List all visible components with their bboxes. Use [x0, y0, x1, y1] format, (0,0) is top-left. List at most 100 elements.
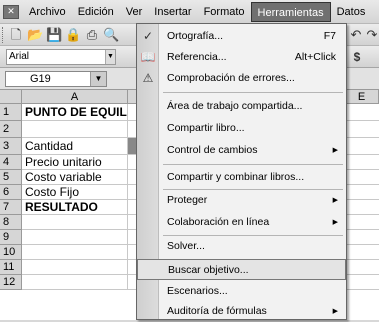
- menu-item-label: Compartir y combinar libros...: [167, 171, 305, 183]
- cell-e4[interactable]: [345, 155, 379, 170]
- menu-herramientas[interactable]: Herramientas: [250, 1, 331, 22]
- redo-icon[interactable]: ↷: [364, 27, 379, 43]
- menu-item-referencia[interactable]: 📖 Referencia... Alt+Click: [137, 47, 346, 68]
- menu-item-escenarios[interactable]: Escenarios...: [137, 281, 346, 302]
- print-preview-icon[interactable]: 🔍: [103, 27, 119, 43]
- column-header-e[interactable]: E: [345, 90, 379, 104]
- menu-item-shortcut: F7: [323, 30, 336, 42]
- error-check-icon: ⚠: [142, 71, 154, 85]
- submenu-arrow-icon: ▶: [332, 308, 338, 315]
- cell-e10[interactable]: [345, 245, 379, 260]
- toolbar-grip[interactable]: [2, 27, 5, 43]
- column-header-a[interactable]: A: [22, 90, 128, 104]
- row-header[interactable]: 5: [0, 170, 22, 185]
- cell-a8[interactable]: [22, 215, 128, 230]
- menu-insertar[interactable]: Insertar: [148, 2, 197, 22]
- cell-a12[interactable]: [22, 275, 128, 290]
- cell-a11[interactable]: [22, 260, 128, 275]
- menu-item-shortcut: Alt+Click: [294, 51, 336, 63]
- select-all-corner[interactable]: [0, 90, 22, 104]
- menu-ver[interactable]: Ver: [120, 2, 149, 22]
- menu-item-label: Referencia...: [167, 51, 227, 63]
- menu-item-buscar-objetivo[interactable]: Buscar objetivo...: [137, 259, 346, 280]
- cell-e7[interactable]: [345, 200, 379, 215]
- menu-item-label: Compartir libro...: [167, 122, 245, 134]
- cell-a5[interactable]: Costo variable: [22, 170, 128, 185]
- font-name-select[interactable]: Arial ▼: [6, 49, 116, 65]
- menu-item-label: Solver...: [167, 240, 205, 252]
- font-name-value: Arial: [9, 51, 30, 62]
- row-header[interactable]: 3: [0, 138, 22, 155]
- chevron-down-icon[interactable]: ▼: [90, 72, 106, 86]
- row-header[interactable]: 7: [0, 200, 22, 215]
- submenu-arrow-icon: ▶: [332, 219, 338, 226]
- menu-item-label: Auditoría de fórmulas: [167, 305, 267, 317]
- menu-item-label: Control de cambios: [167, 144, 258, 156]
- cell-e3[interactable]: [345, 138, 379, 155]
- undo-icon[interactable]: ↶: [348, 27, 364, 43]
- name-box[interactable]: G19 ▼: [5, 71, 107, 87]
- cell-e2[interactable]: [345, 121, 379, 138]
- menu-item-label: Ortografía...: [167, 30, 224, 42]
- menu-item-label: Proteger: [167, 194, 208, 206]
- cell-e1[interactable]: [345, 104, 379, 121]
- permission-icon[interactable]: 🔒: [65, 27, 81, 43]
- cell-a1[interactable]: PUNTO DE EQUIL: [22, 104, 128, 121]
- menu-item-label: Área de trabajo compartida...: [167, 100, 303, 112]
- currency-button[interactable]: $: [349, 49, 365, 65]
- open-folder-icon[interactable]: 📂: [27, 27, 43, 43]
- save-icon[interactable]: 💾: [46, 27, 62, 43]
- cell-e8[interactable]: [345, 215, 379, 230]
- cell-a2[interactable]: [22, 121, 128, 138]
- cell-a3[interactable]: Cantidad: [22, 138, 128, 155]
- cell-a7[interactable]: RESULTADO: [22, 200, 128, 215]
- menu-bar: ✕ Archivo Edición Ver Insertar Formato H…: [0, 0, 379, 24]
- row-header[interactable]: 1: [0, 104, 22, 121]
- cell-e5[interactable]: [345, 170, 379, 185]
- menu-datos[interactable]: Datos: [331, 2, 372, 22]
- row-header[interactable]: 9: [0, 230, 22, 245]
- menu-item-control-cambios[interactable]: Control de cambios ▶: [137, 140, 346, 161]
- submenu-arrow-icon: ▶: [332, 147, 338, 154]
- new-document-icon[interactable]: 🗋: [8, 27, 24, 43]
- cell-a6[interactable]: Costo Fijo: [22, 185, 128, 200]
- menu-separator: [163, 92, 343, 93]
- row-header[interactable]: 4: [0, 155, 22, 170]
- row-header[interactable]: 11: [0, 260, 22, 275]
- name-box-value: G19: [30, 73, 51, 85]
- menu-item-comprobacion-errores[interactable]: ⚠ Comprobación de errores...: [137, 68, 346, 89]
- menu-separator: [163, 164, 343, 165]
- spellcheck-icon: ✓: [142, 29, 154, 43]
- submenu-arrow-icon: ▶: [332, 197, 338, 204]
- menu-edicion[interactable]: Edición: [72, 2, 120, 22]
- menu-item-compartir-libro[interactable]: Compartir libro...: [137, 118, 346, 139]
- menu-archivo[interactable]: Archivo: [23, 2, 72, 22]
- row-header[interactable]: 10: [0, 245, 22, 260]
- menu-item-colaboracion[interactable]: Colaboración en línea ▶: [137, 212, 346, 233]
- menu-item-label: Escenarios...: [167, 285, 228, 297]
- row-header[interactable]: 6: [0, 185, 22, 200]
- cell-a10[interactable]: [22, 245, 128, 260]
- cell-e12[interactable]: [345, 275, 379, 290]
- excel-app-icon[interactable]: ✕: [3, 4, 19, 19]
- menu-item-ortografia[interactable]: ✓ Ortografía... F7: [137, 26, 346, 47]
- menu-item-proteger[interactable]: Proteger ▶: [137, 190, 346, 211]
- menu-item-compartir-combinar[interactable]: Compartir y combinar libros...: [137, 167, 346, 188]
- cell-a4[interactable]: Precio unitario: [22, 155, 128, 170]
- chevron-down-icon[interactable]: ▼: [105, 50, 115, 64]
- cell-e11[interactable]: [345, 260, 379, 275]
- row-header[interactable]: 8: [0, 215, 22, 230]
- row-header[interactable]: 12: [0, 275, 22, 290]
- menu-formato[interactable]: Formato: [198, 2, 251, 22]
- research-icon: 📖: [140, 50, 156, 64]
- menu-item-label: Buscar objetivo...: [168, 264, 249, 276]
- menu-item-solver[interactable]: Solver...: [137, 236, 346, 257]
- row-header[interactable]: 2: [0, 121, 22, 138]
- cell-a9[interactable]: [22, 230, 128, 245]
- menu-item-auditoria-formulas[interactable]: Auditoría de fórmulas ▶: [137, 301, 346, 322]
- cell-e6[interactable]: [345, 185, 379, 200]
- tools-dropdown-menu: ✓ Ortografía... F7 📖 Referencia... Alt+C…: [136, 23, 347, 320]
- menu-item-area-trabajo[interactable]: Área de trabajo compartida...: [137, 96, 346, 117]
- cell-e9[interactable]: [345, 230, 379, 245]
- print-icon[interactable]: ⎙: [84, 27, 100, 43]
